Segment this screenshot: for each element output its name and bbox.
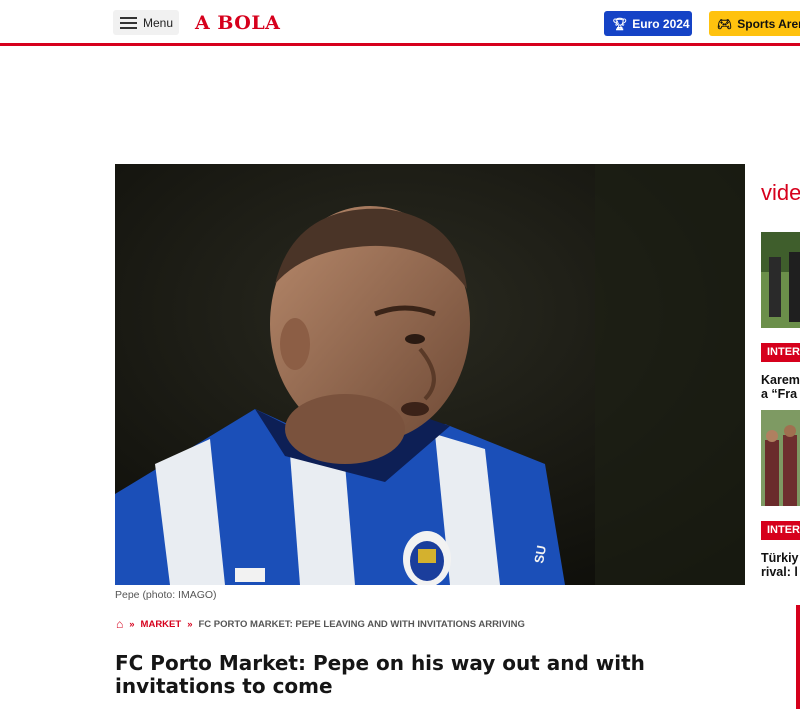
breadcrumb-separator: » — [187, 618, 193, 630]
euro-2024-label: Euro 2024 — [632, 16, 690, 31]
category-tag[interactable]: INTER — [761, 521, 800, 540]
video-thumbnail[interactable] — [761, 232, 800, 328]
menu-button[interactable]: Menu — [113, 10, 179, 35]
category-tag[interactable]: INTER — [761, 343, 800, 362]
player-photo: SU — [115, 164, 745, 585]
hamburger-icon — [120, 16, 137, 29]
breadcrumb-separator: » — [129, 618, 135, 630]
article-title: FC Porto Market: Pepe on his way out and… — [115, 651, 645, 698]
videos-heading[interactable]: vide — [761, 180, 800, 206]
video-title[interactable]: Türkiy rival: l — [761, 551, 800, 579]
site-logo[interactable]: A BOLA — [195, 12, 280, 34]
video-title-line: Türkiy — [761, 551, 799, 565]
sports-arena-button[interactable]: 🎮︎ Sports Arena — [709, 11, 800, 36]
photo-caption: Pepe (photo: IMAGO) — [115, 589, 217, 601]
menu-label: Menu — [143, 15, 174, 30]
trophy-icon: 🏆︎ — [612, 16, 628, 31]
video-title-line: a “Fra — [761, 387, 798, 401]
sidebar-accent-bar — [796, 605, 800, 709]
gamepad-icon: 🎮︎ — [717, 16, 733, 31]
home-icon[interactable]: ⌂ — [116, 617, 123, 631]
breadcrumb-market-link[interactable]: MARKET — [141, 619, 182, 630]
video-thumbnail-image — [761, 410, 800, 506]
site-header: Menu A BOLA 🏆︎ Euro 2024 🎮︎ Sports Arena — [0, 0, 800, 46]
video-thumbnail-image — [761, 232, 800, 328]
breadcrumb-current: FC PORTO MARKET: PEPE LEAVING AND WITH I… — [198, 618, 525, 630]
video-title[interactable]: Karem a “Fra — [761, 373, 800, 401]
video-title-line: Karem — [761, 373, 800, 387]
svg-text:SU: SU — [531, 544, 549, 564]
video-title-line: rival: l — [761, 565, 798, 579]
hero-image[interactable]: SU — [115, 164, 745, 585]
sports-arena-label: Sports Arena — [737, 16, 800, 31]
euro-2024-button[interactable]: 🏆︎ Euro 2024 — [604, 11, 692, 36]
video-thumbnail[interactable] — [761, 410, 800, 506]
breadcrumb: ⌂ » MARKET » FC PORTO MARKET: PEPE LEAVI… — [116, 617, 525, 631]
